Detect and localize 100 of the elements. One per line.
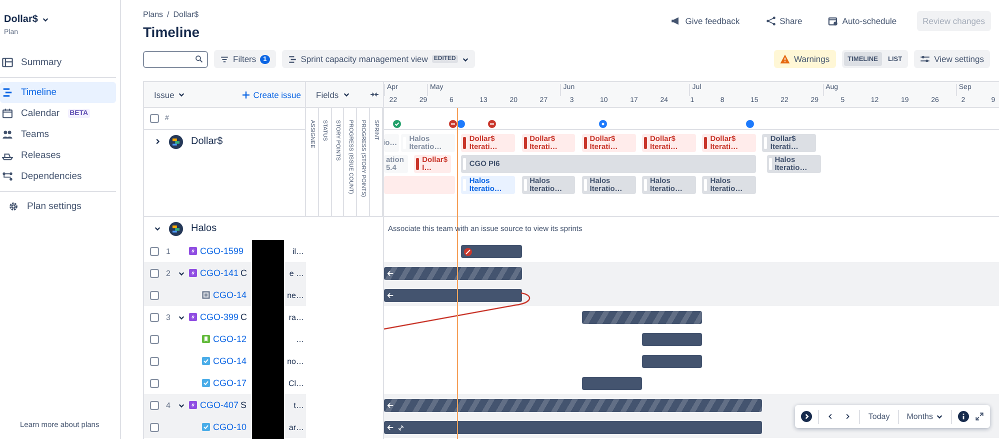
timeline-icon bbox=[288, 54, 297, 64]
page-title: Timeline bbox=[143, 24, 200, 40]
arrow-left-icon bbox=[387, 270, 394, 277]
issue-summary: t… bbox=[294, 400, 305, 410]
chevron-down-icon bbox=[178, 91, 186, 98]
warnings-button[interactable]: Warnings bbox=[774, 50, 836, 68]
sidebar-item[interactable]: Timeline bbox=[0, 82, 116, 103]
row-number: 2 bbox=[166, 268, 172, 278]
epic-icon bbox=[189, 401, 197, 409]
header-action-button[interactable]: Share bbox=[760, 11, 808, 31]
issue-summary: S bbox=[240, 400, 247, 410]
share-icon bbox=[766, 16, 776, 26]
checkbox[interactable] bbox=[150, 312, 159, 322]
collapse-icon bbox=[370, 90, 379, 99]
fields-column-header[interactable]: Fields bbox=[316, 90, 350, 100]
calendar-icon bbox=[2, 108, 13, 119]
issue-column-header[interactable]: Issue bbox=[154, 90, 186, 100]
issue-summary: C bbox=[240, 268, 248, 278]
issue-key-link[interactable]: CGO-17 bbox=[213, 378, 247, 388]
issue-key-link[interactable]: CGO-12 bbox=[213, 334, 247, 344]
row-number: 4 bbox=[166, 400, 172, 410]
epic-icon bbox=[189, 247, 197, 255]
info-icon bbox=[958, 411, 969, 422]
epic-icon bbox=[189, 269, 197, 277]
today-button[interactable]: Today bbox=[866, 408, 892, 426]
story-icon bbox=[202, 335, 210, 343]
row-number: 1 bbox=[166, 246, 172, 256]
plus-icon bbox=[242, 90, 250, 98]
checkbox[interactable] bbox=[150, 378, 159, 388]
issue-key-link[interactable]: CGO-14 bbox=[213, 356, 247, 366]
breadcrumb-link[interactable]: Dollar$ bbox=[173, 10, 199, 19]
issue-summary: … bbox=[296, 334, 305, 344]
issue-key-link[interactable]: CGO-1599 bbox=[200, 246, 244, 256]
issue-summary: Cl… bbox=[288, 378, 305, 388]
header-action-button[interactable]: Give feedback bbox=[665, 11, 746, 31]
create-issue-link[interactable]: Create issue bbox=[242, 90, 301, 100]
task-icon bbox=[202, 423, 210, 431]
issue-key-link[interactable]: CGO-14 bbox=[213, 290, 247, 300]
scale-dropdown[interactable]: Months bbox=[904, 408, 945, 426]
chevron-down-icon bbox=[342, 91, 350, 98]
header-action-button[interactable]: Auto-schedule bbox=[822, 11, 903, 31]
sidebar-item[interactable]: Releases bbox=[0, 145, 116, 166]
issue-summary: ar… bbox=[288, 422, 305, 432]
issue-key-link[interactable]: CGO-10 bbox=[213, 422, 247, 432]
breadcrumb-link[interactable]: Plans bbox=[143, 10, 164, 19]
chevron-circle-icon bbox=[801, 411, 812, 422]
arrow-left-icon bbox=[387, 402, 394, 409]
chevron-down-icon bbox=[936, 413, 943, 420]
checkbox[interactable] bbox=[150, 290, 159, 300]
team-name[interactable]: Halos bbox=[191, 223, 217, 234]
issue-summary: ne… bbox=[287, 290, 305, 300]
arrow-left-icon bbox=[387, 292, 394, 299]
team-avatar-icon bbox=[169, 222, 183, 236]
chevron-right-icon bbox=[844, 413, 852, 420]
sidebar-item[interactable]: Teams bbox=[0, 124, 116, 145]
task-icon bbox=[202, 357, 210, 365]
issue-key-link[interactable]: CGO-141 bbox=[200, 268, 239, 278]
checkbox[interactable] bbox=[150, 400, 159, 410]
issue-summary: no… bbox=[287, 356, 305, 366]
checkbox[interactable] bbox=[150, 114, 159, 123]
arrow-left-icon bbox=[387, 424, 394, 431]
view-settings-button[interactable]: View settings bbox=[914, 50, 990, 68]
issue-key-link[interactable]: CGO-399 bbox=[200, 312, 239, 322]
panel-icon bbox=[2, 57, 13, 68]
chevron-down-icon bbox=[462, 56, 469, 62]
checkbox[interactable] bbox=[150, 422, 159, 432]
issue-key-link[interactable]: CGO-407 bbox=[200, 400, 239, 410]
expand-icon bbox=[975, 412, 984, 421]
settings-icon bbox=[8, 201, 19, 212]
sidebar-item[interactable]: Dependencies bbox=[0, 166, 116, 187]
breadcrumb-separator: / bbox=[167, 10, 170, 19]
subtask-icon bbox=[202, 291, 210, 299]
issue-summary: ra… bbox=[288, 312, 305, 322]
row-number: 3 bbox=[166, 312, 172, 322]
warning-icon bbox=[780, 54, 790, 64]
issue-summary: e … bbox=[289, 268, 305, 278]
issue-summary: il… bbox=[292, 246, 305, 256]
sliders-icon bbox=[920, 54, 930, 64]
checkbox[interactable] bbox=[150, 334, 159, 344]
chevron-left-icon bbox=[827, 413, 834, 420]
checkbox[interactable] bbox=[150, 246, 159, 256]
search-icon bbox=[195, 55, 203, 63]
sidebar-item[interactable]: Summary bbox=[0, 52, 116, 73]
people-icon bbox=[2, 129, 13, 140]
megaphone-icon bbox=[671, 16, 682, 26]
epic-icon bbox=[189, 313, 197, 321]
issue-summary: C bbox=[240, 312, 248, 322]
team-name[interactable]: Dollar$ bbox=[191, 136, 223, 147]
plan-name[interactable]: Dollar$ bbox=[0, 14, 120, 25]
team-avatar-icon bbox=[169, 134, 183, 148]
checkbox[interactable] bbox=[150, 356, 159, 366]
dependency-icon bbox=[2, 171, 13, 182]
chevron-down-icon bbox=[42, 16, 49, 23]
checkbox[interactable] bbox=[150, 268, 159, 278]
calendar-icon bbox=[828, 16, 838, 26]
timeline-icon bbox=[2, 87, 13, 98]
filter-icon bbox=[220, 54, 229, 64]
sidebar-item[interactable]: Plan settings bbox=[0, 196, 116, 217]
search-field[interactable] bbox=[143, 50, 208, 68]
task-icon bbox=[202, 379, 210, 387]
